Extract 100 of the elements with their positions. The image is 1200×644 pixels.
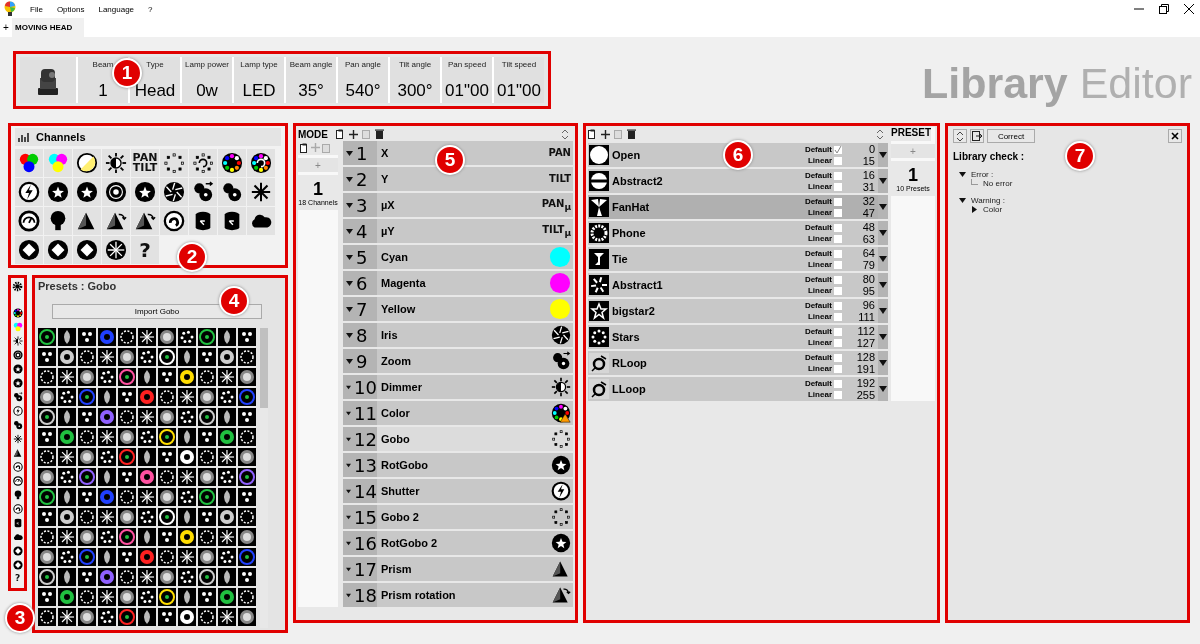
dropdown-button[interactable] (878, 299, 888, 323)
channel-row[interactable]: 17 Prism (343, 557, 573, 581)
tree-item[interactable]: No error (983, 179, 1013, 188)
dropdown-caret-icon[interactable] (346, 202, 353, 208)
document-tab[interactable]: MOVING HEAD (12, 18, 85, 37)
dropdown-caret-icon[interactable] (346, 566, 352, 572)
preset-row[interactable]: Abstract2 Default Linear 16 31 (588, 169, 888, 193)
gobo-thumbnail[interactable] (138, 428, 156, 446)
gobo-thumbnail[interactable] (158, 528, 176, 546)
channel-row[interactable]: 2 Y TILT (343, 167, 573, 191)
gobo-thumbnail[interactable] (58, 608, 76, 626)
gobo-thumbnail[interactable] (138, 508, 156, 526)
gobo-thumbnail[interactable] (138, 528, 156, 546)
gobo-thumbnail[interactable] (78, 548, 96, 566)
copy-icon[interactable] (300, 143, 309, 153)
channel-row[interactable]: 4 µY TILT$_{µ}$ (343, 219, 573, 243)
gobo-thumbnail[interactable] (238, 468, 256, 486)
channel-row[interactable]: 11 Color (343, 401, 573, 425)
gobo-thumbnail[interactable] (118, 528, 136, 546)
linear-checkbox[interactable] (834, 182, 842, 191)
gobo-thumbnail[interactable] (38, 328, 56, 346)
gobo-thumbnail[interactable] (118, 388, 136, 406)
gobo-thumbnail[interactable] (158, 448, 176, 466)
gobo-thumbnail[interactable] (78, 388, 96, 406)
gobo-thumbnail[interactable] (198, 468, 216, 486)
gobo-thumbnail[interactable] (98, 488, 116, 506)
range-start-value[interactable]: 96 (862, 299, 875, 311)
linear-checkbox[interactable] (834, 156, 842, 165)
gobo-thumbnail[interactable] (98, 608, 116, 626)
expanded-caret-icon[interactable] (959, 197, 966, 204)
gobo-thumbnail[interactable] (78, 588, 96, 606)
menu-item[interactable]: Options (56, 4, 85, 14)
gobo-thumbnail[interactable] (138, 588, 156, 606)
gobo-thumbnail[interactable] (98, 408, 116, 426)
dropdown-caret-icon[interactable] (346, 514, 352, 520)
tree-item[interactable]: Error : (971, 170, 994, 179)
gobo-thumbnail[interactable] (218, 408, 236, 426)
dropdown-caret-icon[interactable] (346, 150, 353, 156)
gobo-thumbnail[interactable] (138, 368, 156, 386)
range-end-value[interactable]: 127 (856, 337, 875, 349)
range-start-value[interactable]: 64 (862, 247, 875, 259)
plus-icon[interactable] (349, 129, 358, 139)
gobo-thumbnail[interactable] (58, 328, 76, 346)
channel-row[interactable]: 15 Gobo 2 (343, 505, 573, 529)
property-value[interactable]: 300° (397, 81, 433, 101)
scrollbar[interactable] (260, 328, 268, 628)
gobo-thumbnail[interactable] (238, 568, 256, 586)
linear-checkbox[interactable] (834, 208, 842, 217)
range-end-value[interactable]: 15 (862, 155, 875, 167)
channel-row[interactable]: 5 Cyan (343, 245, 573, 269)
gobo-thumbnail[interactable] (38, 588, 56, 606)
gobo-thumbnail[interactable] (198, 548, 216, 566)
expanded-caret-icon[interactable] (959, 171, 966, 178)
default-checkbox[interactable] (834, 223, 842, 232)
gobo-thumbnail[interactable] (218, 508, 236, 526)
gobo-thumbnail[interactable] (138, 468, 156, 486)
dropdown-caret-icon[interactable] (346, 384, 352, 390)
gobo-thumbnail[interactable] (58, 428, 76, 446)
gobo-thumbnail[interactable] (238, 528, 256, 546)
range-start-value[interactable]: 128 (856, 351, 875, 363)
gobo-thumbnail[interactable] (158, 328, 176, 346)
property-value[interactable]: 1 (98, 81, 108, 101)
plus-icon[interactable] (601, 129, 610, 139)
gobo-thumbnail[interactable] (198, 328, 216, 346)
dropdown-button[interactable] (878, 143, 888, 167)
gobo-thumbnail[interactable] (98, 468, 116, 486)
range-start-value[interactable]: 192 (856, 377, 875, 389)
gobo-thumbnail[interactable] (158, 468, 176, 486)
range-start-value[interactable]: 80 (862, 273, 875, 285)
default-checkbox[interactable] (834, 327, 842, 336)
copy-icon[interactable] (588, 129, 597, 139)
gobo-thumbnail[interactable] (38, 348, 56, 366)
gobo-thumbnail[interactable] (178, 448, 196, 466)
gobo-thumbnail[interactable] (118, 468, 136, 486)
preset-row[interactable]: RLoop Default Linear 128 191 (588, 351, 888, 375)
property-value[interactable]: LED (242, 81, 276, 101)
default-checkbox[interactable] (834, 379, 842, 388)
sort-icon[interactable] (561, 128, 569, 140)
gobo-thumbnail[interactable] (178, 588, 196, 606)
linear-checkbox[interactable] (834, 234, 842, 243)
range-end-value[interactable]: 79 (862, 259, 875, 271)
gobo-thumbnail[interactable] (218, 448, 236, 466)
gobo-thumbnail[interactable] (38, 508, 56, 526)
gobo-thumbnail[interactable] (58, 448, 76, 466)
dropdown-caret-icon[interactable] (346, 488, 352, 494)
gobo-thumbnail[interactable] (198, 508, 216, 526)
gobo-thumbnail[interactable] (98, 588, 116, 606)
channel-row[interactable]: 13 RotGobo (343, 453, 573, 477)
dropdown-caret-icon[interactable] (346, 306, 353, 312)
gobo-thumbnail[interactable] (198, 348, 216, 366)
linear-checkbox[interactable] (834, 312, 842, 321)
property-value[interactable]: 0w (196, 81, 218, 101)
gobo-thumbnail[interactable] (158, 408, 176, 426)
dropdown-button[interactable] (878, 377, 888, 401)
gobo-thumbnail[interactable] (58, 388, 76, 406)
gobo-thumbnail[interactable] (218, 488, 236, 506)
gobo-thumbnail[interactable] (178, 428, 196, 446)
menu-item[interactable]: File (30, 4, 43, 14)
close-button[interactable] (1168, 129, 1182, 143)
range-start-value[interactable]: 32 (862, 195, 875, 207)
